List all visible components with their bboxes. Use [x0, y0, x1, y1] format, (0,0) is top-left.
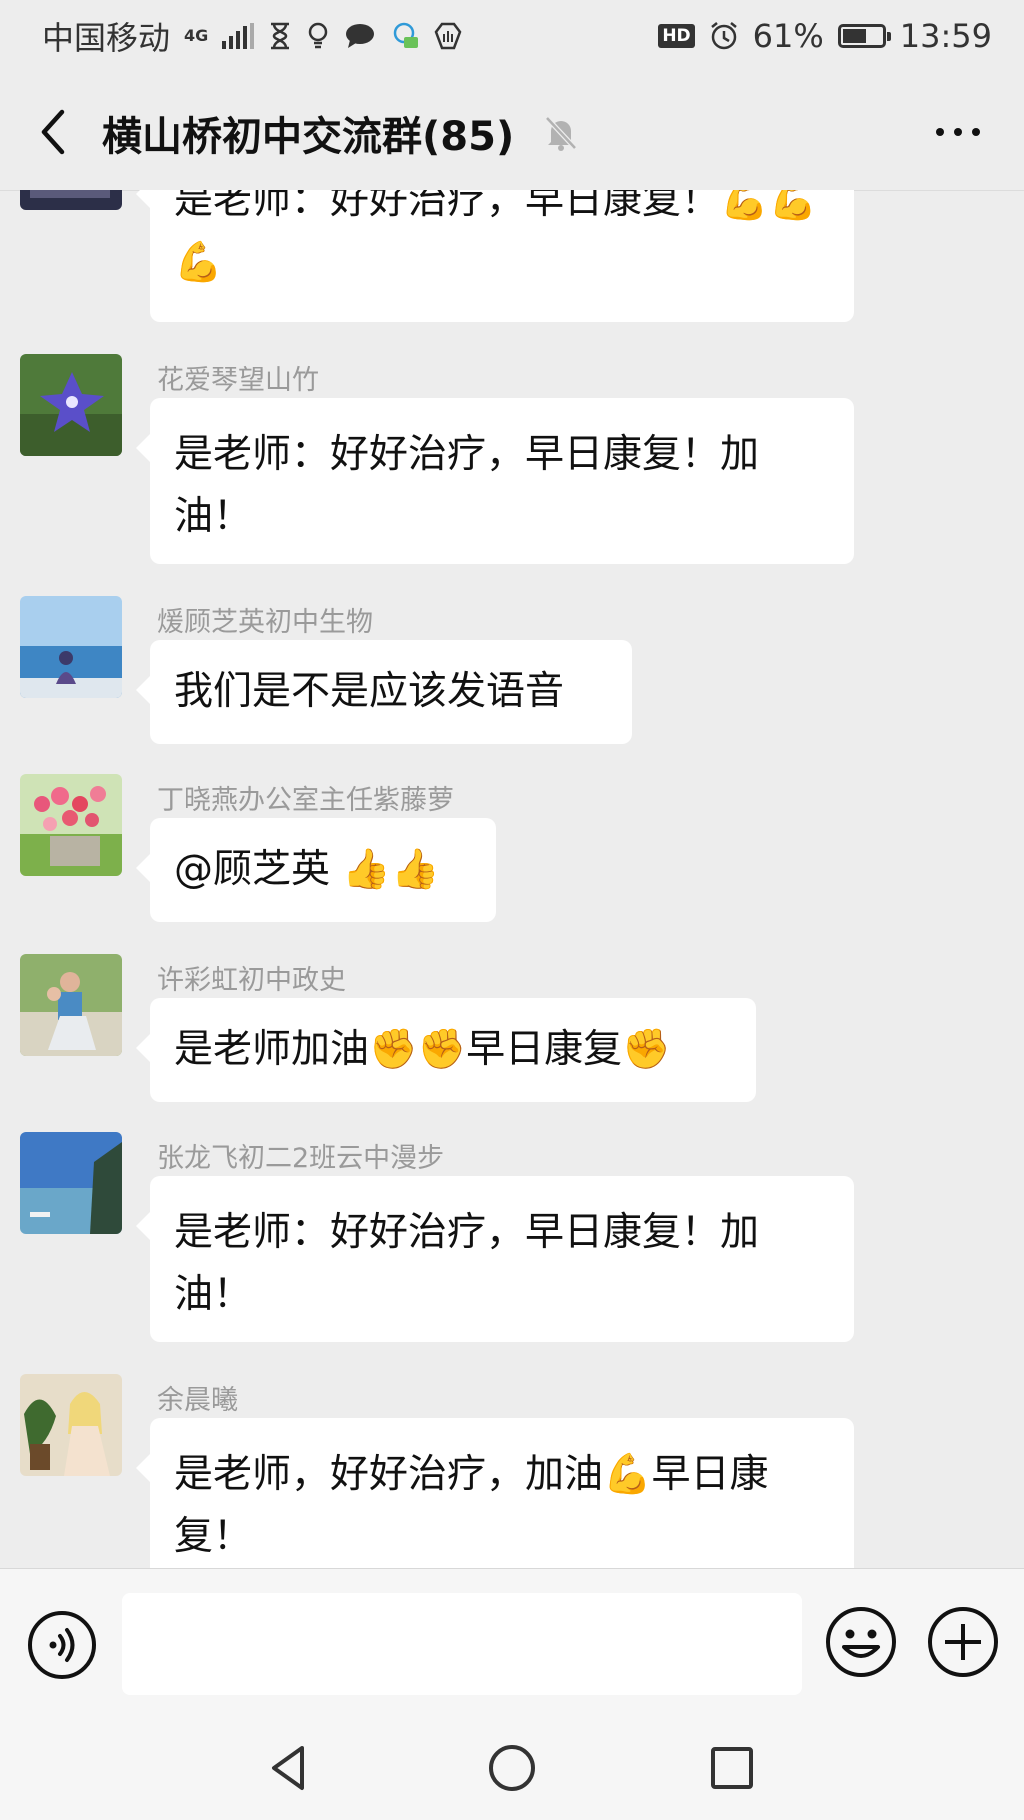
message-list[interactable]: 是老师：好好治疗，早日康复！💪💪💪 花爱琴望山竹 是老师：好好治疗，早日康复！加… — [0, 190, 1024, 1568]
input-bar — [0, 1568, 1024, 1713]
message-text: 是老师加油✊✊早日康复✊ — [174, 1027, 671, 1072]
message-text: 是老师：好好治疗，早日康复！加油！ — [174, 432, 760, 539]
message-text: 是老师，好好治疗，加油💪早日康复！ — [174, 1452, 769, 1559]
chat-title: 横山桥初中交流群(85) — [102, 114, 515, 160]
avatar[interactable] — [20, 190, 122, 210]
network-type: 4G — [184, 26, 209, 45]
chat-notification-icon — [346, 24, 375, 48]
plus-icon[interactable] — [926, 1605, 1000, 1679]
voice-icon[interactable] — [26, 1609, 98, 1681]
sender-name: 丁晓燕办公室主任紫藤萝 — [157, 785, 454, 816]
status-right: HD 61% 13:59 — [658, 17, 992, 55]
sender-name: 花爱琴望山竹 — [157, 365, 319, 396]
carrier-label: 中国移动 — [42, 19, 171, 57]
avatar[interactable] — [20, 1132, 122, 1234]
message-bubble[interactable]: 是老师：好好治疗，早日康复！加油！ — [136, 1176, 854, 1342]
mute-bell-icon — [545, 116, 577, 151]
avatar[interactable] — [20, 954, 122, 1056]
clock: 13:59 — [899, 17, 992, 55]
message-bubble[interactable]: 是老师加油✊✊早日康复✊ — [136, 998, 756, 1102]
message-input[interactable] — [122, 1593, 802, 1695]
back-arrow-icon[interactable] — [30, 102, 90, 162]
signal-icon — [222, 23, 255, 49]
message-text: 我们是不是应该发语音 — [174, 669, 565, 714]
hd-badge: HD — [658, 24, 695, 48]
emoji-icon[interactable] — [824, 1605, 898, 1679]
nav-recent-icon[interactable] — [704, 1740, 760, 1796]
message-text: 是老师：好好治疗，早日康复！加油！ — [174, 1210, 760, 1317]
more-icon[interactable] — [928, 112, 988, 152]
gesture-icon — [434, 22, 462, 50]
alarm-icon — [710, 22, 737, 50]
avatar[interactable] — [20, 1374, 122, 1476]
sender-name: 许彩虹初中政史 — [157, 965, 346, 996]
nav-home-icon[interactable] — [484, 1740, 540, 1796]
message-bubble[interactable]: @顾芝英 👍👍 — [136, 818, 496, 922]
qq-icon — [394, 22, 419, 48]
message-bubble[interactable]: 是老师：好好治疗，早日康复！加油！ — [136, 398, 854, 564]
battery-percent: 61% — [752, 17, 824, 55]
avatar[interactable] — [20, 596, 122, 698]
sender-name: 余晨曦 — [157, 1385, 238, 1416]
bulb-icon — [309, 22, 328, 49]
nav-back-icon[interactable] — [262, 1740, 318, 1796]
status-bar: 中国移动 4G HD 61% 13:59 — [0, 0, 1024, 72]
system-nav-bar — [0, 1712, 1024, 1820]
message-bubble[interactable]: 是老师，好好治疗，加油💪早日康复！ — [136, 1418, 854, 1568]
message-bubble[interactable]: 我们是不是应该发语音 — [136, 640, 632, 744]
message-text: 是老师：好好治疗，早日康复！💪💪💪 — [174, 190, 818, 285]
sender-name: 张龙飞初二2班云中漫步 — [157, 1143, 445, 1174]
hourglass-icon — [271, 22, 290, 50]
battery-icon — [837, 24, 891, 48]
message-bubble[interactable]: 是老师：好好治疗，早日康复！💪💪💪 — [136, 190, 854, 322]
avatar[interactable] — [20, 354, 122, 456]
avatar[interactable] — [20, 774, 122, 876]
message-text: @顾芝英 👍👍 — [174, 847, 440, 892]
sender-name: 煖顾芝英初中生物 — [157, 607, 373, 638]
status-left: 中国移动 4G — [42, 13, 462, 59]
chat-header: 横山桥初中交流群(85) — [0, 72, 1024, 191]
